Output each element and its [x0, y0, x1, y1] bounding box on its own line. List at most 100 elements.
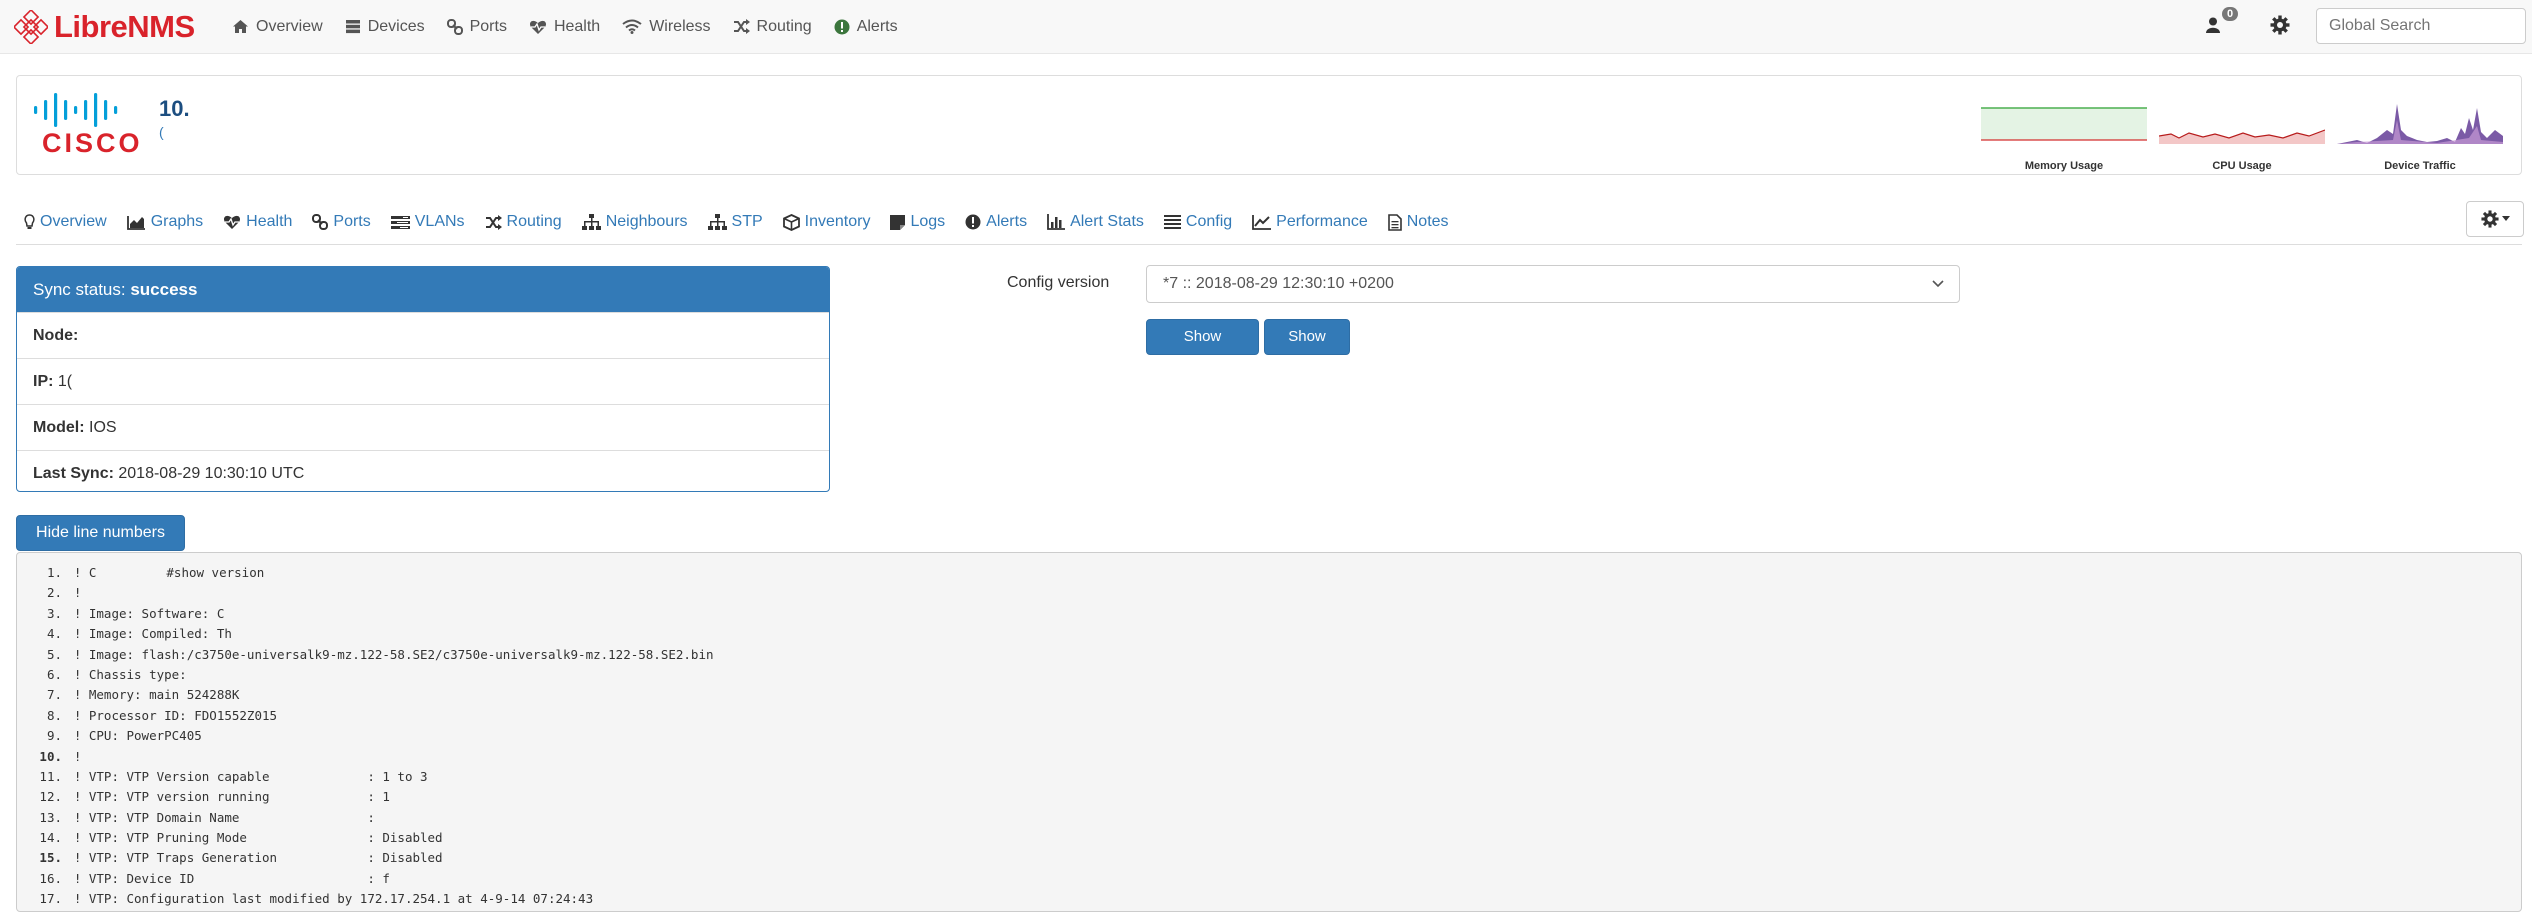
tab-neighbours[interactable]: Neighbours	[581, 213, 688, 231]
tab-routing[interactable]: Routing	[485, 213, 562, 231]
nav-ports[interactable]: Ports	[446, 18, 507, 36]
random-icon	[485, 214, 502, 230]
line-number: 3.	[46, 605, 62, 621]
user-menu[interactable]: 0	[2200, 7, 2240, 42]
heartbeat-icon	[529, 20, 546, 34]
tab-graphs[interactable]: Graphs	[126, 213, 203, 231]
tab-performance[interactable]: Performance	[1252, 213, 1368, 231]
sync-model-label: Model:	[33, 419, 85, 436]
line-text: ! Memory: main 524288K	[73, 687, 240, 703]
code-line: 3. ! Image: Software: C	[17, 604, 2521, 624]
device-tabs: Overview Graphs Health Ports VLANs Routi…	[24, 206, 1469, 238]
line-text: ! Image: Compiled: Th	[73, 626, 232, 642]
cpu-usage-sparkline	[2158, 129, 2326, 144]
librenms-logo[interactable]: LibreNMS	[14, 9, 195, 45]
memory-usage-sparkline	[1981, 107, 2147, 141]
nav-overview[interactable]: Overview	[232, 18, 323, 36]
line-text: ! VTP: Device ID : f	[73, 870, 390, 886]
tab-vlans[interactable]: VLANs	[390, 213, 465, 231]
memory-usage-graph[interactable]: Memory Usage	[1981, 100, 2147, 172]
code-line: 5. ! Image: flash:/c3750e-universalk9-mz…	[17, 645, 2521, 665]
show-diff-button[interactable]: Show diff	[1264, 319, 1350, 379]
nav-alerts[interactable]: Alerts	[834, 18, 898, 36]
tab-stp[interactable]: STP	[707, 213, 763, 231]
sync-ip-label: IP:	[33, 373, 54, 390]
tab-overview-label: Overview	[40, 213, 107, 230]
user-icon	[2206, 17, 2220, 33]
line-text: ! Processor ID: FDO1552Z015	[73, 707, 278, 723]
tasks-icon	[390, 215, 410, 229]
main-nav: Overview Devices Ports Health Wireless R…	[232, 0, 920, 53]
cisco-bars-icon	[34, 93, 118, 127]
line-number: 16.	[39, 870, 62, 886]
device-settings-dropdown[interactable]	[2466, 201, 2524, 237]
tab-notes[interactable]: Notes	[1387, 213, 1449, 231]
line-number: 4.	[46, 626, 62, 642]
line-text: ! VTP: Configuration last modified by 17…	[73, 891, 594, 907]
device-hostname[interactable]: 10.	[159, 96, 190, 122]
tab-ports[interactable]: Ports	[312, 213, 371, 231]
hide-line-numbers-button[interactable]: Hide line numbers	[16, 515, 185, 551]
code-line: 9. ! CPU: PowerPC405	[17, 726, 2521, 746]
home-icon	[233, 20, 248, 33]
line-text: ! CPU: PowerPC405	[73, 728, 202, 744]
nav-wireless-label: Wireless	[649, 17, 711, 35]
config-version-select[interactable]: *7 :: 2018-08-29 12:30:10 +0200	[1146, 265, 1960, 303]
line-number: 5.	[46, 646, 62, 662]
cpu-usage-graph[interactable]: CPU Usage	[2158, 100, 2326, 172]
nav-routing[interactable]: Routing	[733, 18, 812, 36]
code-line: 4. ! Image: Compiled: Th	[17, 624, 2521, 644]
show-version-button[interactable]: Show version	[1146, 319, 1259, 379]
config-version-selected: *7 :: 2018-08-29 12:30:10 +0200	[1163, 275, 1394, 292]
line-number: 7.	[46, 687, 62, 703]
cube-icon	[782, 213, 800, 231]
global-search-input[interactable]	[2316, 8, 2526, 44]
random-icon	[733, 19, 750, 34]
sync-status-prefix: Sync status:	[33, 280, 126, 299]
sync-last-sync-label: Last Sync:	[33, 465, 114, 482]
tab-alert-stats[interactable]: Alert Stats	[1047, 213, 1144, 231]
nav-health-label: Health	[553, 17, 601, 35]
tab-alert-stats-label: Alert Stats	[1070, 213, 1144, 230]
code-line: 11. ! VTP: VTP Version capable : 1 to 3	[17, 767, 2521, 787]
tab-routing-label: Routing	[506, 213, 562, 230]
sync-row-ip: IP: 1(	[17, 358, 829, 404]
exclamation-circle-icon	[965, 214, 981, 230]
nav-health[interactable]: Health	[529, 18, 600, 36]
tab-health[interactable]: Health	[223, 213, 292, 231]
device-traffic-caption: Device Traffic	[2384, 160, 2456, 172]
line-number: 13.	[39, 809, 62, 825]
line-text: ! VTP: VTP Pruning Mode : Disabled	[73, 830, 443, 846]
brand-nms: NMS	[127, 9, 195, 44]
wifi-icon	[622, 19, 642, 34]
line-text: ! Chassis type:	[73, 666, 187, 682]
librenms-mark-icon	[14, 10, 48, 44]
tab-logs[interactable]: Logs	[890, 213, 945, 231]
server-icon	[345, 20, 360, 34]
line-text: ! VTP: VTP version running : 1	[73, 789, 390, 805]
tab-alerts[interactable]: Alerts	[965, 213, 1027, 231]
nav-wireless[interactable]: Wireless	[622, 17, 711, 36]
line-text: ! Image: Software: C	[73, 605, 225, 621]
tab-inventory[interactable]: Inventory	[782, 213, 870, 231]
tab-config[interactable]: Config	[1163, 213, 1233, 231]
line-number: 2.	[46, 585, 62, 601]
brand-name: LibreNMS	[54, 9, 195, 45]
sitemap-icon	[707, 214, 727, 230]
code-line: 7. ! Memory: main 524288K	[17, 685, 2521, 705]
sync-node-label: Node:	[33, 327, 79, 344]
nav-devices[interactable]: Devices	[345, 18, 425, 36]
device-traffic-graph[interactable]: Device Traffic	[2337, 100, 2503, 172]
line-number: 9.	[46, 728, 62, 744]
heartbeat-icon	[224, 215, 241, 229]
settings-gear-icon[interactable]	[2270, 15, 2290, 35]
code-line: 2. !	[17, 583, 2521, 603]
align-justify-icon	[1163, 215, 1181, 229]
device-subtitle: ‍(	[159, 124, 164, 140]
link-icon	[312, 214, 329, 230]
tab-config-label: Config	[1185, 213, 1233, 230]
line-number: 15.	[39, 850, 62, 866]
code-line: 10. !	[17, 747, 2521, 767]
line-number: 14.	[39, 830, 62, 846]
tab-overview[interactable]: Overview	[24, 213, 107, 231]
